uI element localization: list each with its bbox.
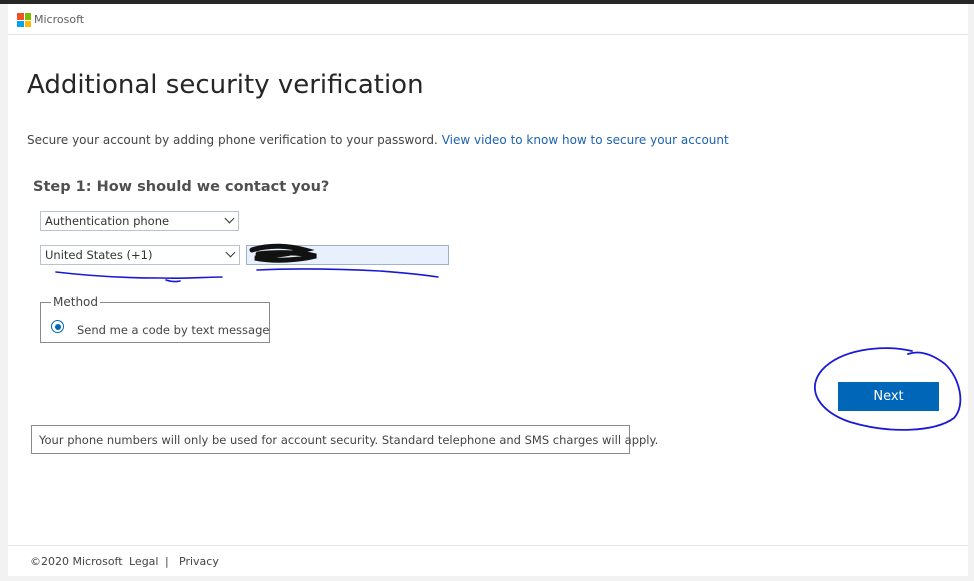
logo-square-red bbox=[17, 13, 24, 20]
method-fieldset: Method Send me a code by text message bbox=[40, 295, 270, 343]
logo-square-blue bbox=[17, 20, 24, 27]
phone-usage-notice: Your phone numbers will only be used for… bbox=[31, 425, 658, 454]
contact-method-value: Authentication phone bbox=[45, 214, 170, 228]
text-message-label[interactable]: Send me a code by text message bbox=[77, 323, 269, 337]
next-button[interactable]: Next bbox=[838, 382, 939, 411]
footer: ©2020 Microsoft Legal | Privacy bbox=[8, 545, 968, 576]
phone-number-input[interactable] bbox=[246, 245, 449, 265]
country-code-value: United States (+1) bbox=[45, 248, 153, 262]
logo-square-green bbox=[24, 13, 31, 20]
method-legend: Method bbox=[51, 295, 101, 309]
text-message-radio[interactable] bbox=[51, 320, 64, 333]
brand-name: Microsoft bbox=[34, 13, 85, 26]
chevron-down-icon bbox=[225, 247, 236, 258]
video-help-link[interactable]: View video to know how to secure your ac… bbox=[442, 133, 729, 147]
footer-separator: | bbox=[165, 555, 169, 568]
logo-square-yellow bbox=[24, 20, 31, 27]
privacy-link[interactable]: Privacy bbox=[179, 555, 219, 568]
microsoft-logo-icon bbox=[17, 13, 31, 27]
page-title: Additional security verification bbox=[27, 70, 424, 100]
header-bar: Microsoft bbox=[8, 4, 968, 35]
country-code-select[interactable]: United States (+1) bbox=[40, 245, 240, 265]
legal-link[interactable]: Legal bbox=[129, 555, 158, 568]
intro-text: Secure your account by adding phone veri… bbox=[27, 133, 729, 147]
intro-description: Secure your account by adding phone veri… bbox=[27, 133, 438, 147]
contact-method-select[interactable]: Authentication phone bbox=[40, 211, 239, 231]
step-title: Step 1: How should we contact you? bbox=[33, 179, 330, 195]
copyright-text: ©2020 Microsoft bbox=[30, 555, 123, 568]
page-container: Microsoft Additional security verificati… bbox=[8, 4, 968, 576]
chevron-down-icon bbox=[224, 213, 235, 224]
